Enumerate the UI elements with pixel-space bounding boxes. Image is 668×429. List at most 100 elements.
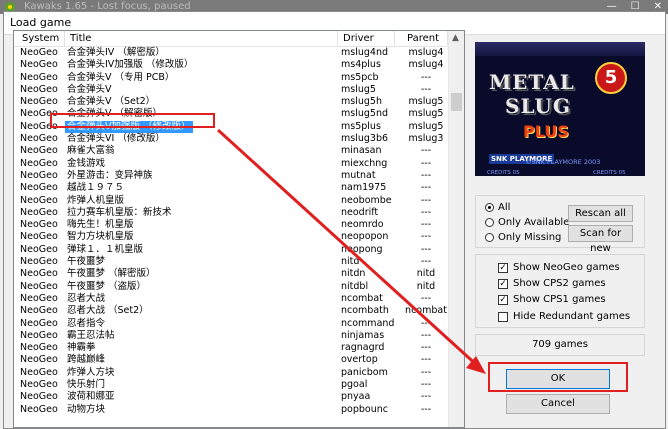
cell-driver: pnyaa	[341, 391, 371, 403]
cell-system: NeoGeo	[20, 354, 58, 366]
table-row[interactable]: NeoGeo 智力方块机皇版 neopopon ---	[14, 231, 447, 243]
cell-title: 合金弹头V （专用 PCB）	[67, 71, 175, 83]
radio-only-missing-label: Only Missing	[498, 232, 562, 243]
cell-driver: neopong	[341, 243, 383, 255]
scroll-thumb[interactable]	[451, 93, 462, 111]
table-row[interactable]: NeoGeo 快乐射门 pgoal ---	[14, 379, 447, 391]
checkbox-hide-redundant[interactable]: Hide Redundant games	[498, 311, 630, 322]
cell-system: NeoGeo	[20, 96, 58, 108]
table-row[interactable]: NeoGeo 忍者大战 ncombat ---	[14, 293, 447, 305]
radio-only-available[interactable]: Only Available	[485, 217, 569, 228]
cell-parent: ---	[420, 379, 432, 391]
cell-parent: ---	[420, 329, 432, 341]
table-row[interactable]: NeoGeo 外星游击：变异神族 mutnat ---	[14, 170, 447, 182]
table-row[interactable]: NeoGeo 神霸拳 ragnagrd ---	[14, 342, 447, 354]
list-rows: NeoGeo 合金弹头IV （解密版） mslug4nd mslug4 NeoGeo 合金…	[14, 47, 447, 416]
cell-parent: ---	[420, 231, 432, 243]
cell-parent: ---	[420, 342, 432, 354]
table-row[interactable]: NeoGeo 拉力赛车机皇版：新技术 neodrift ---	[14, 207, 447, 219]
cell-driver: ncombat	[341, 292, 383, 304]
cell-title: 炸弹人机皇版	[67, 194, 125, 206]
table-row[interactable]: NeoGeo 午夜噩梦 （解密版） nitdn nitd	[14, 268, 447, 280]
cell-driver: ragnagrd	[341, 342, 385, 354]
scan-for-new-button[interactable]: Scan for new	[568, 225, 633, 254]
cell-title: 忍者大战 （Set2）	[67, 305, 149, 317]
cell-parent: mslug4	[408, 59, 444, 71]
checkbox-show-neogeo[interactable]: ✓ Show NeoGeo games	[498, 262, 620, 273]
cell-title: 午夜噩梦	[67, 256, 106, 268]
cell-system: NeoGeo	[20, 379, 58, 391]
cell-title: 波荷和娜亚	[67, 391, 115, 403]
cancel-button[interactable]: Cancel	[506, 394, 610, 414]
table-row[interactable]: NeoGeo 嗨先生！机皇版 neomrdo ---	[14, 219, 447, 231]
cell-title: 合金弹头V	[67, 83, 112, 95]
column-parent[interactable]: Parent	[407, 33, 439, 44]
rescan-all-button[interactable]: Rescan all	[568, 205, 633, 222]
table-row[interactable]: NeoGeo 忍者指令 ncommand ---	[14, 318, 447, 330]
cell-title: 外星游击：变异神族	[67, 169, 153, 181]
checkbox-show-cps2[interactable]: ✓ Show CPS2 games	[498, 278, 606, 289]
table-row[interactable]: NeoGeo 合金弹头V mslug5 ---	[14, 84, 447, 96]
filter-group: All Only Available Only Missing Rescan a…	[475, 195, 645, 254]
table-row[interactable]: NeoGeo 越战１９７５ nam1975 ---	[14, 182, 447, 194]
table-row[interactable]: NeoGeo 合金弹头V （Set2） mslug5h mslug5	[14, 96, 447, 108]
column-driver[interactable]: Driver	[343, 33, 374, 44]
dialog-title: Load game	[10, 16, 72, 29]
radio-unchecked-icon	[485, 233, 494, 242]
cell-system: NeoGeo	[20, 182, 58, 194]
table-row[interactable]: NeoGeo 动物方块 popbounc ---	[14, 404, 447, 416]
cell-system: NeoGeo	[20, 194, 58, 206]
cell-system: NeoGeo	[20, 59, 58, 71]
checkbox-show-cps1-label: Show CPS1 games	[513, 294, 606, 305]
cell-parent: mslug5	[408, 96, 444, 108]
cell-driver: mslug5	[341, 83, 376, 95]
column-title[interactable]: Title	[70, 33, 91, 44]
cell-system: NeoGeo	[20, 342, 58, 354]
column-system[interactable]: System	[22, 33, 59, 44]
table-row[interactable]: NeoGeo 合金弹头IV （解密版） mslug4nd mslug4	[14, 47, 447, 59]
table-row[interactable]: NeoGeo 弹球１．１机皇版 neopong ---	[14, 244, 447, 256]
table-row[interactable]: NeoGeo 霸王忍法帖 ninjamas ---	[14, 330, 447, 342]
cell-driver: nitdn	[341, 268, 366, 280]
list-scrollbar[interactable]: ▲	[448, 31, 464, 427]
cell-parent: mslug3	[408, 133, 444, 145]
cell-system: NeoGeo	[20, 157, 58, 169]
cell-parent: ---	[420, 292, 432, 304]
cell-parent: ---	[420, 206, 432, 218]
selection-highlight-frame	[50, 113, 215, 128]
table-row[interactable]: NeoGeo 炸弹人方块 panicbom ---	[14, 367, 447, 379]
radio-only-missing[interactable]: Only Missing	[485, 232, 561, 243]
cell-parent: ---	[420, 256, 432, 268]
preview-copyright: ©SNK PLAYMORE 2003	[525, 158, 601, 166]
radio-all-label: All	[498, 202, 511, 213]
cell-system: NeoGeo	[20, 305, 58, 317]
checkbox-hide-redundant-label: Hide Redundant games	[513, 311, 631, 322]
table-row[interactable]: NeoGeo 合金弹头VI （修改版） mslug3b6 mslug3	[14, 133, 447, 145]
table-row[interactable]: NeoGeo 麻雀大富翁 minasan ---	[14, 145, 447, 157]
radio-all[interactable]: All	[485, 202, 510, 213]
table-row[interactable]: NeoGeo 午夜噩梦 nitd ---	[14, 256, 447, 268]
cell-title: 跨越巅峰	[67, 354, 106, 366]
preview-badge: 5	[595, 62, 627, 94]
game-list[interactable]: System Title Driver Parent NeoGeo 合金弹头IV …	[13, 30, 465, 428]
table-row[interactable]: NeoGeo 跨越巅峰 overtop ---	[14, 354, 447, 366]
cell-parent: ---	[420, 182, 432, 194]
checkbox-show-cps1[interactable]: ✓ Show CPS1 games	[498, 294, 606, 305]
table-row[interactable]: NeoGeo 炸弹人机皇版 neobombe ---	[14, 195, 447, 207]
table-row[interactable]: NeoGeo 合金弹头IV加强版 （修改版） ms4plus mslug4	[14, 59, 447, 71]
table-row[interactable]: NeoGeo 忍者大战 （Set2） ncombath ncombat	[14, 305, 447, 317]
cell-title: 霸王忍法帖	[67, 329, 115, 341]
cell-system: NeoGeo	[20, 280, 58, 292]
table-row[interactable]: NeoGeo 金钱游戏 miexchng ---	[14, 158, 447, 170]
system-options-group: ✓ Show NeoGeo games ✓ Show CPS2 games ✓ Sho…	[475, 254, 645, 328]
table-row[interactable]: NeoGeo 午夜噩梦 （盗版） nitdbl nitd	[14, 281, 447, 293]
scroll-up-icon[interactable]: ▲	[452, 33, 459, 43]
cell-parent: ---	[420, 83, 432, 95]
cell-title: 越战１９７５	[67, 182, 125, 194]
table-row[interactable]: NeoGeo 波荷和娜亚 pnyaa ---	[14, 391, 447, 403]
cell-driver: neomrdo	[341, 219, 384, 231]
cell-driver: popbounc	[341, 403, 388, 415]
checkbox-checked-icon: ✓	[498, 294, 508, 305]
table-row[interactable]: NeoGeo 合金弹头V （专用 PCB） ms5pcb ---	[14, 72, 447, 84]
cell-title: 金钱游戏	[67, 157, 106, 169]
